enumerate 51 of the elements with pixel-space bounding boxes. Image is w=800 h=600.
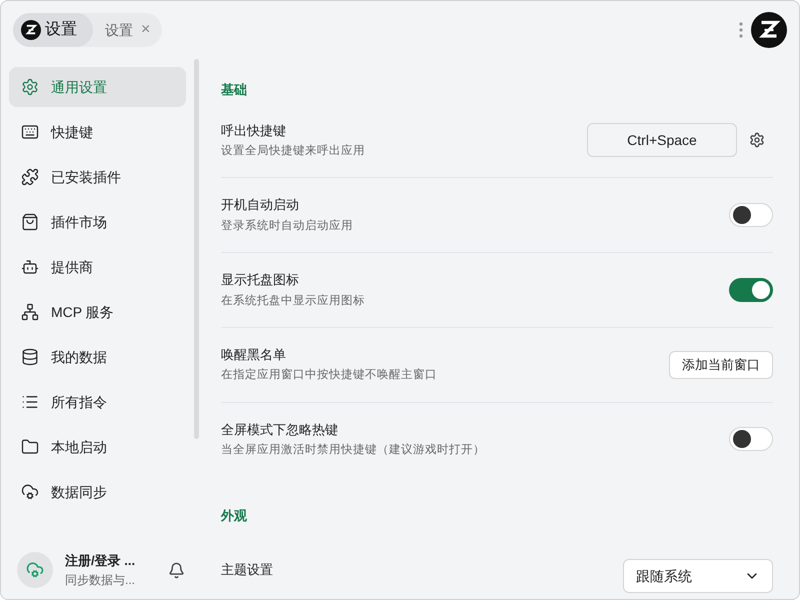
bell-icon[interactable] [168, 562, 185, 578]
add-window-button[interactable]: 添加当前窗口 [669, 350, 773, 379]
folder-icon [21, 438, 39, 456]
setting-title: 开机自动启动 [221, 196, 300, 214]
sidebar-item[interactable]: 所有指令 [9, 382, 186, 422]
robot-icon [21, 258, 39, 276]
toggle-switch[interactable] [729, 203, 773, 228]
sidebar-item[interactable]: 数据同步 [9, 472, 186, 512]
cloud-icon [26, 561, 44, 579]
puzzle-icon [21, 168, 39, 186]
account-subtitle: 同步数据与... [65, 572, 136, 589]
setting-title: 呼出快捷键 [221, 122, 287, 140]
sidebar-item[interactable]: 我的数据 [9, 337, 186, 377]
database-icon [21, 348, 39, 366]
setting-description: 设置全局快捷键来呼出应用 [221, 144, 365, 159]
list-icon [21, 393, 39, 411]
sidebar-item[interactable]: 通用设置 [9, 67, 186, 107]
section-title: 外观 [221, 507, 248, 526]
setting-title: 唤醒黑名单 [221, 346, 287, 364]
network-icon [21, 303, 39, 321]
section-title: 基础 [221, 81, 248, 99]
setting-title: 全屏模式下忽略热键 [221, 420, 339, 438]
setting-description: 登录系统时自动启动应用 [221, 218, 353, 234]
cloud-icon [21, 483, 39, 501]
setting-title: 显示托盘图标 [221, 271, 300, 289]
theme-select[interactable]: 跟随系统 [623, 558, 773, 593]
bag-icon [21, 213, 39, 231]
sidebar-item[interactable]: 提供商 [9, 247, 186, 287]
logo-icon [21, 20, 41, 40]
toggle-switch[interactable] [729, 278, 773, 302]
sidebar-item[interactable]: 已安装插件 [9, 157, 186, 197]
page-tab-label[interactable]: 设置 [105, 20, 133, 40]
sidebar-item[interactable]: MCP 服务 [9, 292, 186, 332]
keyboard-icon [21, 123, 39, 141]
logo-icon [751, 12, 787, 48]
sidebar-item[interactable]: 快捷键 [9, 112, 186, 152]
app-tab[interactable]: 设置 [13, 13, 93, 47]
setting-description: 在指定应用窗口中按快捷键不唤醒主窗口 [221, 367, 437, 384]
avatar[interactable] [17, 552, 53, 588]
gear-icon [21, 78, 39, 96]
more-icon[interactable] [739, 22, 743, 38]
account-title: 注册/登录 ... [65, 552, 136, 570]
shortcut-button[interactable]: Ctrl+Space [587, 123, 737, 158]
sidebar-item[interactable]: 本地启动 [9, 427, 186, 467]
setting-description: 在系统托盘中显示应用图标 [221, 293, 365, 308]
setting-description: 当全屏应用激活时禁用快捷键（建议游戏时打开） [221, 442, 485, 458]
toggle-switch[interactable] [729, 427, 773, 452]
app-tab-label: 设置 [45, 20, 77, 40]
setting-title: 主题设置 [221, 561, 273, 579]
settings-icon[interactable] [749, 132, 765, 148]
sidebar-item[interactable]: 插件市场 [9, 202, 186, 242]
